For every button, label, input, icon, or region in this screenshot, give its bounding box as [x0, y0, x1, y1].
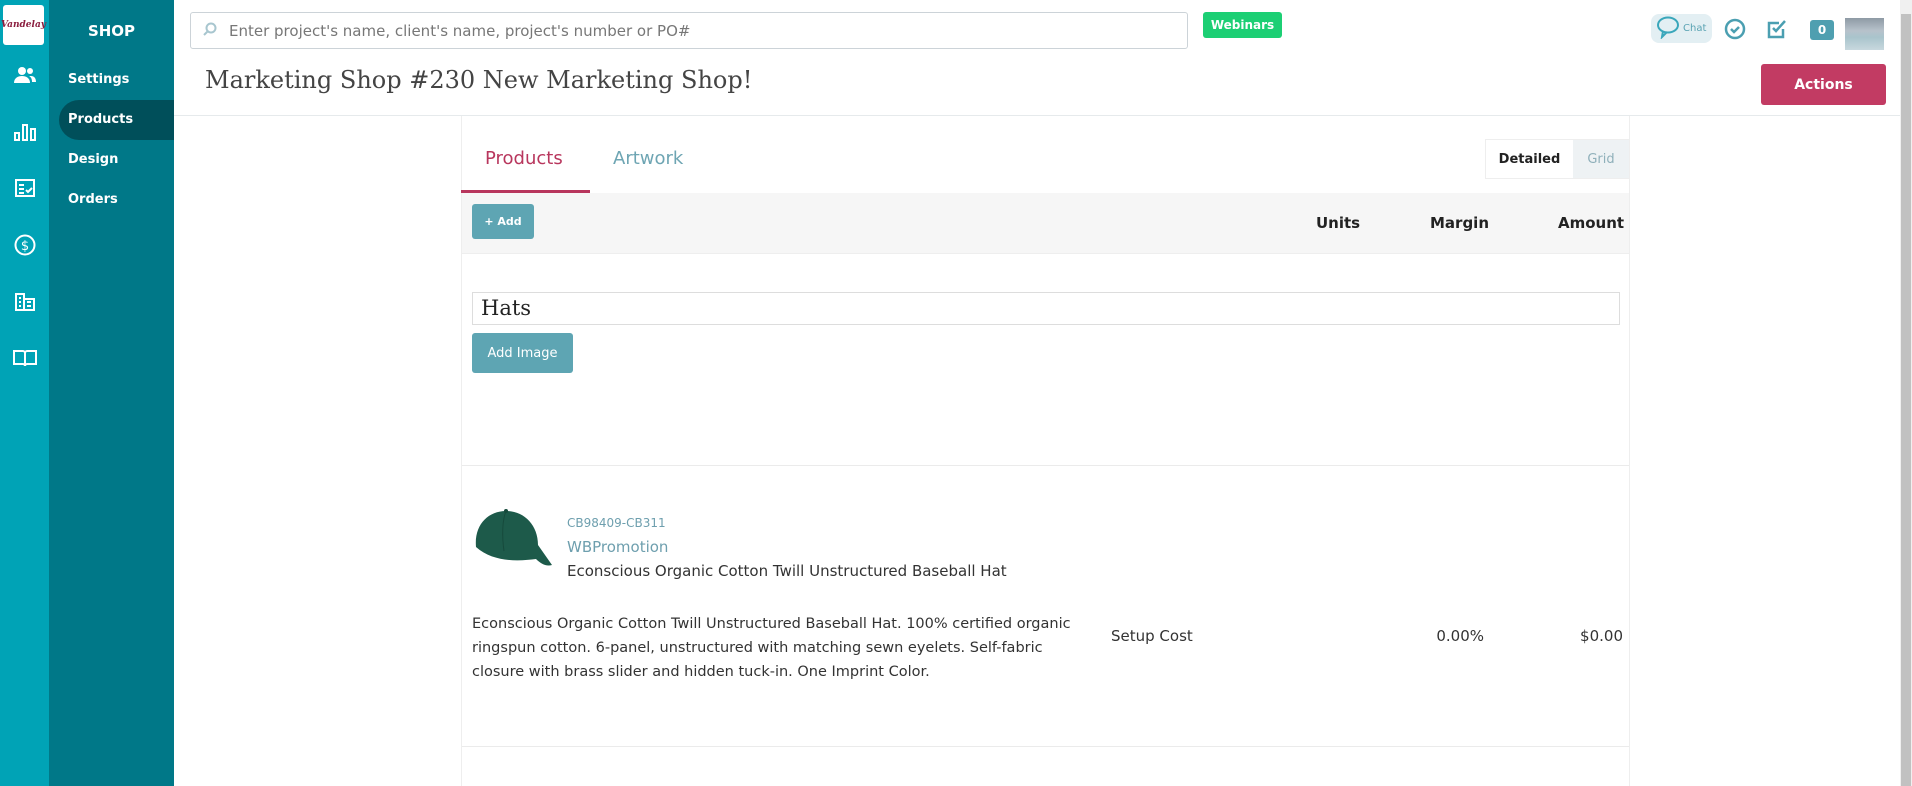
page-title: Marketing Shop #230 New Marketing Shop! — [205, 66, 753, 94]
row-divider — [462, 746, 1629, 747]
section-title-input[interactable]: Hats — [472, 292, 1620, 325]
add-button[interactable]: + Add — [472, 204, 534, 239]
product-image[interactable] — [470, 505, 554, 573]
search-input[interactable]: Enter project's name, client's name, pro… — [190, 12, 1188, 49]
building-icon[interactable] — [12, 289, 38, 315]
tab-artwork[interactable]: Artwork — [613, 148, 683, 169]
column-margin: Margin — [1430, 214, 1490, 232]
chat-bubble-icon — [1656, 15, 1680, 42]
users-icon[interactable] — [12, 62, 38, 88]
product-sku: CB98409-CB311 — [567, 516, 666, 530]
scrollbar-thumb[interactable] — [1901, 14, 1911, 786]
product-supplier[interactable]: WBPromotion — [567, 538, 668, 556]
product-name: Econscious Organic Cotton Twill Unstruct… — [567, 562, 1007, 580]
search-placeholder: Enter project's name, client's name, pro… — [229, 21, 691, 40]
view-toggle: Detailed Grid — [1485, 139, 1630, 179]
column-amount: Amount — [1558, 214, 1625, 232]
actions-button[interactable]: Actions — [1761, 64, 1886, 105]
notification-count-badge[interactable]: 0 — [1810, 20, 1834, 40]
add-image-button[interactable]: Add Image — [472, 333, 573, 373]
line-item-amount: $0.00 — [1580, 627, 1623, 645]
view-grid-button[interactable]: Grid — [1573, 140, 1629, 178]
subnav-item-design[interactable]: Design — [59, 140, 174, 180]
checklist-icon[interactable] — [12, 175, 38, 201]
chat-label: Chat — [1683, 23, 1707, 34]
product-description: Econscious Organic Cotton Twill Unstruct… — [472, 616, 1071, 680]
view-detailed-button[interactable]: Detailed — [1486, 140, 1573, 178]
brand-logo[interactable]: Vandelay — [1, 5, 46, 45]
subnav-item-settings[interactable]: Settings — [59, 60, 174, 100]
column-units: Units — [1316, 214, 1361, 232]
chat-button[interactable]: Chat — [1651, 14, 1712, 43]
search-icon — [203, 22, 217, 40]
line-item-margin: 0.00% — [1436, 627, 1484, 645]
tab-products[interactable]: Products — [485, 148, 563, 169]
user-avatar[interactable] — [1845, 18, 1884, 50]
book-icon[interactable] — [12, 345, 38, 371]
webinars-button[interactable]: Webinars — [1203, 12, 1282, 38]
row-divider — [462, 465, 1629, 466]
svg-text:$: $ — [21, 239, 29, 254]
tasks-icon[interactable] — [1766, 18, 1788, 44]
clock-icon[interactable] — [1724, 18, 1746, 44]
line-item-label: Setup Cost — [1111, 627, 1193, 645]
subnav-item-orders[interactable]: Orders — [59, 180, 174, 220]
subnav-item-products[interactable]: Products — [59, 100, 174, 140]
dollar-icon[interactable]: $ — [12, 232, 38, 258]
subnav-title: SHOP — [87, 22, 136, 40]
icon-rail — [0, 0, 49, 786]
bar-chart-icon[interactable] — [12, 119, 38, 145]
